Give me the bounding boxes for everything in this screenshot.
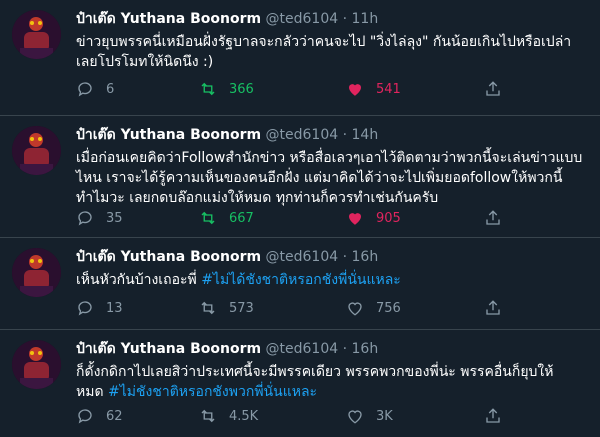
like-count: 756	[376, 300, 401, 316]
like-count: 541	[376, 81, 401, 97]
reply-button[interactable]: 13	[76, 298, 123, 318]
tweet-header: ป๋าเต๊ด Yuthana Boonorm @ted6104 · 11h	[76, 10, 588, 29]
avatar[interactable]	[12, 340, 61, 389]
tweet-actions: 13 573 756	[76, 298, 588, 318]
tweet-content: ป๋าเต๊ด Yuthana Boonorm @ted6104 · 14h เ…	[76, 126, 588, 208]
share-button[interactable]	[484, 298, 514, 318]
reply-icon	[78, 211, 92, 226]
tweet-text-content: ข่าวยุบพรรคนี่เหมือนฝั่งรัฐบาลจะกลัวว่าค…	[76, 34, 572, 70]
hashtag-link[interactable]: #ไม่ได้ชังชาติหรอกชังพี่นั่นแหละ	[201, 272, 401, 288]
author-name[interactable]: ป๋าเต๊ด Yuthana Boonorm	[76, 341, 261, 357]
separator-dot: ·	[342, 11, 348, 27]
share-button[interactable]	[484, 406, 514, 426]
retweet-icon	[201, 82, 215, 96]
share-button[interactable]	[484, 79, 514, 99]
like-icon	[348, 302, 362, 316]
like-icon	[349, 84, 361, 96]
reply-button[interactable]: 6	[76, 79, 114, 99]
share-icon	[486, 300, 500, 315]
tweet-header: ป๋าเต๊ด Yuthana Boonorm @ted6104 · 16h	[76, 248, 588, 267]
reply-button[interactable]: 35	[76, 208, 123, 228]
retweet-button[interactable]: 366	[199, 79, 254, 99]
share-icon	[486, 408, 500, 423]
like-button[interactable]: 905	[346, 208, 401, 228]
avatar[interactable]	[12, 10, 61, 59]
separator-dot: ·	[342, 341, 348, 357]
tweet-text: เห็นหัวกันบ้างเถอะพี่ #ไม่ได้ชังชาติหรอก…	[76, 270, 588, 290]
like-count: 905	[376, 210, 401, 226]
reply-icon	[78, 409, 92, 424]
tweet-content: ป๋าเต๊ด Yuthana Boonorm @ted6104 · 16h เ…	[76, 248, 588, 290]
author-name[interactable]: ป๋าเต๊ด Yuthana Boonorm	[76, 249, 261, 265]
tweet-header: ป๋าเต๊ด Yuthana Boonorm @ted6104 · 16h	[76, 340, 588, 359]
reply-count: 6	[106, 81, 115, 97]
tweet-content: ป๋าเต๊ด Yuthana Boonorm @ted6104 · 11h ข…	[76, 10, 588, 72]
tweet-time[interactable]: 14h	[352, 127, 379, 143]
retweet-icon	[201, 409, 215, 423]
share-button[interactable]	[484, 208, 514, 228]
retweet-button[interactable]: 667	[199, 208, 254, 228]
like-icon	[349, 213, 361, 225]
like-button[interactable]: 541	[346, 79, 401, 99]
like-count: 3K	[376, 408, 393, 424]
author-name[interactable]: ป๋าเต๊ด Yuthana Boonorm	[76, 11, 261, 27]
author-handle[interactable]: @ted6104	[266, 341, 339, 357]
tweet-text: ข่าวยุบพรรคนี่เหมือนฝั่งรัฐบาลจะกลัวว่าค…	[76, 32, 588, 72]
like-button[interactable]: 3K	[346, 406, 393, 426]
share-icon	[486, 210, 500, 225]
tweet-time[interactable]: 16h	[352, 249, 379, 265]
avatar[interactable]	[12, 126, 61, 175]
tweet-content: ป๋าเต๊ด Yuthana Boonorm @ted6104 · 16h ก…	[76, 340, 588, 402]
retweet-button[interactable]: 573	[199, 298, 254, 318]
reply-button[interactable]: 62	[76, 406, 123, 426]
like-button[interactable]: 756	[346, 298, 401, 318]
share-icon	[486, 81, 500, 96]
author-handle[interactable]: @ted6104	[266, 249, 339, 265]
avatar[interactable]	[12, 248, 61, 297]
retweet-count: 667	[229, 210, 254, 226]
retweet-count: 366	[229, 81, 254, 97]
retweet-count: 4.5K	[229, 408, 259, 424]
tweet-actions: 35 667 905	[76, 208, 588, 228]
separator-dot: ·	[342, 249, 348, 265]
tweet-time[interactable]: 16h	[352, 341, 379, 357]
separator-dot: ·	[342, 127, 348, 143]
retweet-count: 573	[229, 300, 254, 316]
tweet-header: ป๋าเต๊ด Yuthana Boonorm @ted6104 · 14h	[76, 126, 588, 145]
hashtag-link[interactable]: #ไม่ชังชาติหรอกชังพวกพี่นั่นแหละ	[108, 384, 317, 400]
author-handle[interactable]: @ted6104	[266, 127, 339, 143]
tweet-text-content: เห็นหัวกันบ้างเถอะพี่	[76, 272, 202, 288]
tweet-feed: ป๋าเต๊ด Yuthana Boonorm @ted6104 · 11h ข…	[0, 0, 600, 437]
tweet-text-content: เมื่อก่อนเคยคิดว่าFollowสำนักข่าว หรือสื…	[76, 150, 583, 206]
tweet-1[interactable]: ป๋าเต๊ด Yuthana Boonorm @ted6104 · 14h เ…	[0, 116, 600, 238]
reply-count: 62	[106, 408, 123, 424]
tweet-text: ก็ดั้งกดิกาไปเลยสิว่าประเทศนี้จะมีพรรคเด…	[76, 362, 588, 402]
tweet-actions: 62 4.5K 3K	[76, 406, 588, 426]
reply-count: 35	[106, 210, 123, 226]
tweet-3[interactable]: ป๋าเต๊ด Yuthana Boonorm @ted6104 · 16h ก…	[0, 330, 600, 437]
reply-count: 13	[106, 300, 123, 316]
like-icon	[348, 410, 362, 424]
tweet-actions: 6 366 541	[76, 79, 588, 99]
author-name[interactable]: ป๋าเต๊ด Yuthana Boonorm	[76, 127, 261, 143]
tweet-2[interactable]: ป๋าเต๊ด Yuthana Boonorm @ted6104 · 16h เ…	[0, 238, 600, 330]
tweet-0[interactable]: ป๋าเต๊ด Yuthana Boonorm @ted6104 · 11h ข…	[0, 0, 600, 116]
reply-icon	[78, 82, 92, 97]
author-handle[interactable]: @ted6104	[266, 11, 339, 27]
retweet-icon	[201, 211, 215, 225]
tweet-time[interactable]: 11h	[352, 11, 379, 27]
tweet-text: เมื่อก่อนเคยคิดว่าFollowสำนักข่าว หรือสื…	[76, 148, 588, 208]
retweet-icon	[201, 301, 215, 315]
reply-icon	[78, 301, 92, 316]
retweet-button[interactable]: 4.5K	[199, 406, 258, 426]
